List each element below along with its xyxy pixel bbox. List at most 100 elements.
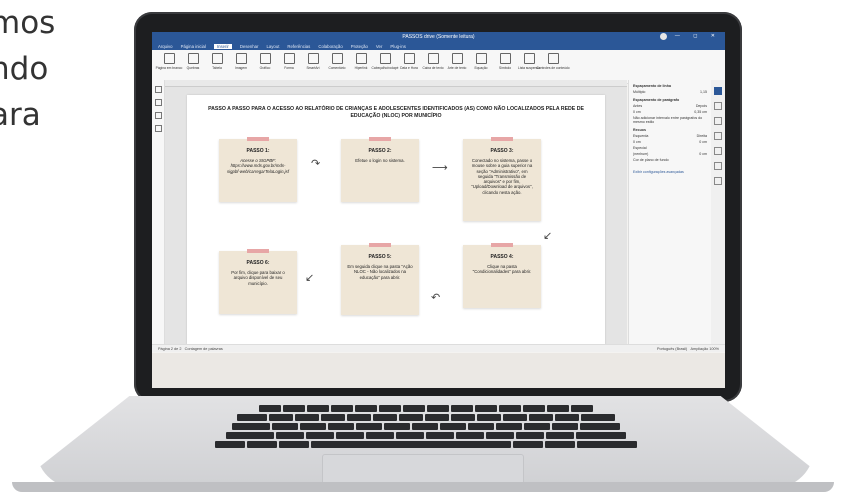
image-button[interactable]: Imagem [232, 53, 250, 70]
menu-layout[interactable]: Layout [267, 44, 280, 49]
text-box-button[interactable]: Caixa de texto [422, 53, 444, 70]
symbol-button[interactable]: Símbolo [496, 53, 514, 70]
key [282, 405, 305, 412]
left-indent-label: Esquerda [633, 134, 649, 138]
side-text-line-2: ndo [0, 51, 49, 87]
indent-labels: Esquerda Direita [633, 134, 707, 138]
special-indent-select[interactable]: (nenhum) [633, 152, 648, 156]
word-count-button[interactable]: Contagem de palavras [185, 347, 223, 351]
after-label: Depois [695, 104, 707, 108]
equation-button[interactable]: Equação [472, 53, 490, 70]
line-spacing-mode-select[interactable]: Múltiplo [633, 90, 645, 94]
shape-settings-icon[interactable] [714, 147, 722, 155]
menu-ver[interactable]: Ver [376, 44, 382, 49]
menu-plugins[interactable]: Plug-ins [390, 44, 406, 49]
window-title: PASSOS drive (Somente leitura) [402, 34, 475, 40]
document-page[interactable]: PASSO A PASSO PARA O ACESSO AO RELATÓRIO… [187, 95, 605, 345]
key [411, 423, 438, 430]
user-avatar[interactable] [660, 33, 667, 40]
background-color-row[interactable]: Cor de plano de fundo [633, 158, 707, 162]
hyperlink-button[interactable]: Hiperlink [352, 53, 370, 70]
key [236, 414, 267, 421]
key [383, 423, 410, 430]
dropdown-list-button[interactable]: Lista suspensa [518, 53, 540, 70]
text-art-settings-icon[interactable] [714, 177, 722, 185]
advanced-settings-link[interactable]: Exibir configurações avançadas [633, 170, 707, 174]
key-row [128, 441, 723, 448]
key [575, 432, 626, 439]
chart-button[interactable]: Gráfico [256, 53, 274, 70]
header-settings-icon[interactable] [714, 132, 722, 140]
desktop-background [152, 353, 725, 388]
header-footer-button[interactable]: Cabeçalho/rodapé [372, 53, 398, 70]
table-button[interactable]: Tabela [208, 53, 226, 70]
after-input[interactable]: 0,35 cm [694, 110, 707, 114]
key [522, 405, 545, 412]
step-title: PASSO 3: [490, 148, 514, 154]
key [545, 432, 574, 439]
header-footer-label: Cabeçalho/rodapé [371, 66, 399, 70]
comment-button[interactable]: Comentário [328, 53, 346, 70]
right-indent-input[interactable]: 0 cm [699, 140, 707, 144]
zoom-control[interactable]: Ampliação 100% [691, 347, 720, 351]
comments-icon[interactable] [154, 99, 162, 106]
navigation-icon[interactable] [154, 112, 162, 119]
no-space-checkbox[interactable]: Não adicionar intervalo entre parágrafos… [633, 116, 707, 124]
key [275, 432, 304, 439]
equation-icon [475, 53, 487, 64]
key [246, 441, 277, 448]
before-input[interactable]: 0 cm [633, 110, 641, 114]
smartart-button[interactable]: SmartArt [304, 53, 322, 70]
tape-decoration [369, 137, 391, 141]
shape-button[interactable]: Forma [280, 53, 298, 70]
comment-label: Comentário [328, 66, 346, 70]
key [355, 423, 382, 430]
key [214, 441, 245, 448]
menu-protecao[interactable]: Proteção [351, 44, 368, 49]
menu-pagina-inicial[interactable]: Página inicial [181, 44, 206, 49]
key [498, 405, 521, 412]
tape-decoration [491, 243, 513, 247]
horizontal-ruler[interactable] [165, 80, 627, 87]
left-indent-input[interactable]: 0 cm [633, 140, 641, 144]
menu-arquivo[interactable]: Arquivo [158, 44, 173, 49]
breaks-button[interactable]: Quebras [184, 53, 202, 70]
step-body: Efetue o login no sistema. [355, 158, 405, 163]
arrow-icon: ↶ [431, 292, 441, 304]
key [398, 414, 423, 421]
window-controls[interactable]: — ◻ ✕ [675, 33, 721, 39]
key [439, 423, 466, 430]
key [554, 414, 579, 421]
menu-colaboracao[interactable]: Colaboração [318, 44, 342, 49]
window-titlebar: PASSOS drive (Somente leitura) — ◻ ✕ [152, 32, 725, 42]
content-controls-label: Controles de conteúdo [536, 66, 570, 70]
tape-decoration [247, 137, 269, 141]
spellcheck-icon[interactable] [154, 125, 162, 132]
dropdown-list-icon [523, 53, 535, 64]
paragraph-settings-icon[interactable] [714, 87, 722, 95]
special-indent-row: Especial [633, 146, 707, 150]
image-settings-icon[interactable] [714, 117, 722, 125]
chart-settings-icon[interactable] [714, 162, 722, 170]
status-bar: Página 2 de 2 Contagem de palavras Portu… [152, 344, 725, 352]
blank-page-button[interactable]: Página em branco [156, 53, 182, 70]
language-selector[interactable]: Português (Brasil) [657, 347, 687, 351]
key [320, 414, 345, 421]
search-icon[interactable] [154, 86, 162, 93]
text-box-icon [427, 53, 439, 64]
content-controls-button[interactable]: Controles de conteúdo [536, 53, 570, 70]
document-canvas[interactable]: PASSO A PASSO PARA O ACESSO AO RELATÓRIO… [165, 87, 627, 345]
special-indent-by-input[interactable]: 0 cm [699, 152, 707, 156]
before-label: Antes [633, 104, 643, 108]
menu-desenhar[interactable]: Desenhar [240, 44, 259, 49]
special-indent-values: (nenhum) 0 cm [633, 152, 707, 156]
menu-referencias[interactable]: Referências [287, 44, 310, 49]
table-settings-icon[interactable] [714, 102, 722, 110]
smartart-label: SmartArt [306, 66, 320, 70]
text-art-button[interactable]: Arte de texto [448, 53, 466, 70]
menu-inserir[interactable]: Inserir [213, 43, 232, 49]
line-spacing-value-input[interactable]: 1,15 [700, 90, 707, 94]
date-time-button[interactable]: Data e Hora [400, 53, 418, 70]
page-count-text: Página 2 de 2 [158, 346, 182, 351]
step-title: PASSO 6: [246, 260, 270, 266]
